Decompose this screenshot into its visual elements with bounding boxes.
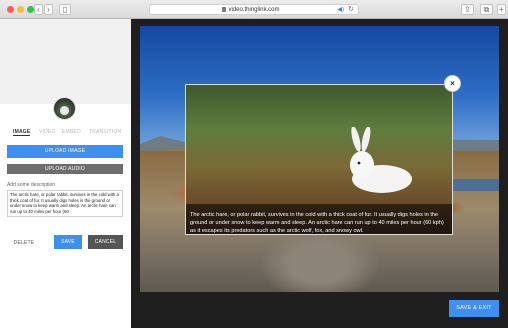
tab-transition[interactable]: TRANSITION (89, 129, 121, 135)
editor-sidebar: IMAGE VIDEO EMBED TRANSITION UPLOAD IMAG… (0, 19, 131, 328)
sidebar-toggle-button[interactable]: ▯ (59, 4, 71, 15)
sidebar-header (0, 19, 131, 104)
browser-toolbar: ‹ › ▯ video.thinglink.com ◀) ↻ ⇪ ⧉ + (0, 0, 508, 19)
tabs-button[interactable]: ⧉ (480, 4, 493, 15)
plus-icon: + (499, 5, 504, 14)
back-button[interactable]: ‹ (34, 4, 43, 15)
address-bar-url: video.thinglink.com (228, 7, 280, 13)
delete-button[interactable]: DELETE (10, 238, 38, 248)
tab-image[interactable]: IMAGE (13, 129, 31, 136)
upload-image-button[interactable]: UPLOAD IMAGE (7, 145, 123, 158)
description-textarea[interactable]: The arctic hare, or polar rabbit, surviv… (7, 190, 123, 217)
window-minimize-button[interactable] (17, 6, 24, 13)
upload-audio-button[interactable]: UPLOAD AUDIO (7, 164, 123, 174)
share-button[interactable]: ⇪ (461, 4, 474, 15)
avatar (53, 97, 76, 120)
address-bar[interactable]: video.thinglink.com ◀) ↻ (149, 4, 359, 15)
tab-video[interactable]: VIDEO (39, 129, 56, 135)
tabs-icon: ⧉ (483, 5, 490, 14)
hare-photo: The arctic hare, or polar rabbit, surviv… (186, 85, 452, 234)
chevron-left-icon: ‹ (37, 5, 40, 14)
chevron-right-icon: › (47, 5, 50, 14)
forward-button[interactable]: › (44, 4, 53, 15)
share-icon: ⇪ (464, 5, 471, 14)
audio-icon[interactable]: ◀) (337, 6, 344, 13)
arctic-hare-image (350, 127, 412, 193)
reload-icon[interactable]: ↻ (348, 5, 354, 13)
close-icon[interactable]: × (444, 75, 461, 92)
cancel-button[interactable]: CANCEL (88, 235, 123, 249)
window-close-button[interactable] (7, 6, 14, 13)
description-label: Add some description (7, 182, 56, 188)
window-zoom-button[interactable] (27, 6, 34, 13)
new-tab-button[interactable]: + (497, 4, 506, 15)
save-and-exit-button[interactable]: SAVE & EXIT (449, 300, 499, 317)
tab-embed[interactable]: EMBED (62, 129, 81, 135)
popup-caption: The arctic hare, or polar rabbit, surviv… (190, 212, 444, 234)
tag-popup: The arctic hare, or polar rabbit, surviv… (185, 84, 453, 235)
sidebar-icon: ▯ (62, 5, 68, 14)
save-button[interactable]: SAVE (54, 235, 82, 249)
lake (450, 179, 499, 191)
